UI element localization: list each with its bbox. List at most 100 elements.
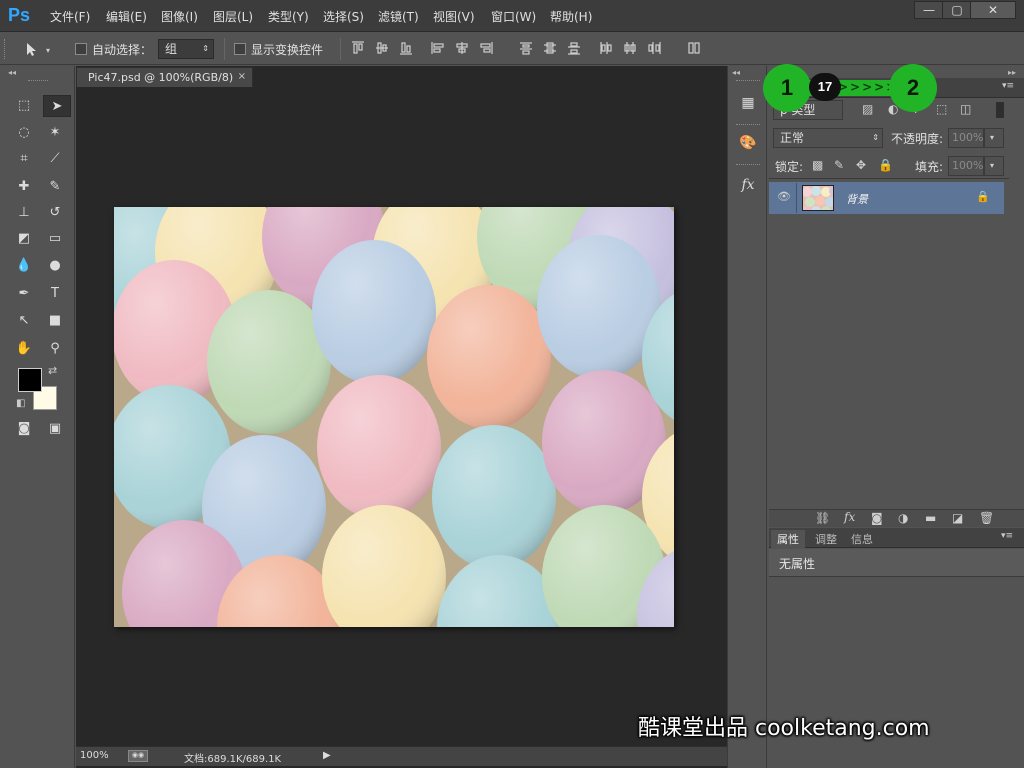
type-tool-icon[interactable]: T [43,283,67,305]
align-left-icon [431,42,444,54]
fill-dropdown-icon[interactable]: ▾ [984,156,1004,176]
auto-select-checkbox[interactable] [75,43,87,55]
menu-select[interactable]: 选择(S) [323,8,364,25]
tab-adjustments[interactable]: 调整 [809,530,843,548]
filter-toggle[interactable] [996,102,1004,118]
clone-stamp-tool-icon[interactable]: ⊥ [12,202,36,224]
svg-text:▾: ▾ [46,46,50,55]
menu-layer[interactable]: 图层(L) [213,8,253,25]
collapse-arrows-icon[interactable]: ◂◂ [8,68,16,77]
tab-properties[interactable]: 属性 [771,530,805,548]
filter-shape-icon[interactable]: ⬚ [936,102,947,116]
blur-tool-icon[interactable]: 💧 [12,255,36,277]
visibility-eye-icon[interactable]: 👁 [777,190,791,203]
tutorial-step-count: 17 [809,73,841,101]
screen-mode-icon[interactable]: ▣ [43,418,67,440]
default-colors-icon[interactable]: ◧ [16,398,25,409]
lock-position-icon[interactable]: ✥ [856,158,866,172]
properties-content: 无属性 [779,557,816,571]
opacity-dropdown-icon[interactable]: ▾ [984,128,1004,148]
gradient-tool-icon[interactable]: ▭ [43,228,67,250]
filter-smart-object-icon[interactable]: ◫ [960,102,971,116]
swatches-palette-icon[interactable]: 🎨 [737,132,759,154]
align-distribute-group [352,41,700,55]
fill-input[interactable]: 100% [948,156,984,176]
foreground-color-swatch[interactable] [18,368,42,392]
status-icon[interactable]: ◉◉ [128,750,148,762]
tab-info[interactable]: 信息 [845,530,879,548]
grip-handle[interactable] [4,39,7,59]
healing-brush-tool-icon[interactable]: ✚ [12,176,36,198]
new-layer-icon[interactable]: ◪ [952,511,963,525]
menu-file[interactable]: 文件(F) [50,8,90,25]
eyedropper-tool-icon[interactable]: ⟋ [43,148,67,170]
lock-all-icon[interactable]: 🔒 [878,158,893,172]
image-canvas[interactable] [114,207,674,627]
blend-mode-dropdown[interactable]: 正常 ⇕ [773,128,883,148]
tab-close-icon[interactable]: × [238,71,246,82]
document-tab[interactable]: Pic47.psd @ 100%(RGB/8) × [76,67,253,87]
close-button[interactable]: ✕ [970,1,1016,19]
auto-select-dropdown[interactable]: 组 ⇕ [158,39,214,59]
delete-layer-icon[interactable]: 🗑 [979,511,994,525]
zoom-tool-icon[interactable]: ⚲ [43,338,67,360]
menu-edit[interactable]: 编辑(E) [106,8,147,25]
swap-colors-icon[interactable]: ⇄ [48,364,57,377]
lock-pixels-icon[interactable]: ✎ [834,158,844,172]
distribute-right-icon [648,42,661,54]
new-group-icon[interactable]: ▬ [925,511,936,525]
add-mask-icon[interactable]: ◙ [871,511,883,525]
zoom-level[interactable]: 100% [80,750,109,761]
add-layer-style-icon[interactable]: fx [844,510,855,524]
grip-handle[interactable] [28,80,48,83]
collapse-arrows-icon[interactable]: ▸▸ [1008,68,1016,77]
quick-mask-icon[interactable]: ◙ [12,418,36,440]
lasso-tool-icon[interactable]: ◌ [12,122,36,144]
magic-wand-tool-icon[interactable]: ✶ [43,122,67,144]
history-brush-tool-icon[interactable]: ↺ [43,202,67,224]
dodge-tool-icon[interactable]: ● [43,255,67,277]
brush-tool-icon[interactable]: ✎ [43,176,67,198]
menu-view[interactable]: 视图(V) [433,8,475,25]
photoshop-logo: Ps [8,5,31,25]
pen-tool-icon[interactable]: ✒ [12,283,36,305]
watermark: 酷课堂出品 coolketang.com [638,716,930,741]
menu-type[interactable]: 类型(Y) [268,8,309,25]
link-layers-icon[interactable]: ⛓ [815,511,830,525]
divider [796,183,797,213]
menu-help[interactable]: 帮助(H) [550,8,592,25]
opacity-input[interactable]: 100% [948,128,984,148]
menu-image[interactable]: 图像(I) [161,8,198,25]
layer-name[interactable]: 背景 [846,191,868,207]
show-transform-checkbox[interactable] [234,43,246,55]
rectangle-tool-icon[interactable]: ■ [43,310,67,332]
grip-handle [736,80,760,83]
panel-menu-icon[interactable]: ▾≡ [1002,81,1014,91]
marquee-tool-icon[interactable]: ⬚ [12,95,36,117]
styles-fx-icon[interactable]: fx [737,174,759,196]
histogram-icon[interactable]: ▦ [737,92,759,114]
menu-window[interactable]: 窗口(W) [491,8,536,25]
panel-menu-icon[interactable]: ▾≡ [1001,531,1013,541]
egg-shading [427,285,551,429]
status-menu-arrow-icon[interactable]: ▶ [323,750,331,761]
divider [340,38,341,60]
minimize-button[interactable]: — [914,1,944,19]
maximize-button[interactable]: ▢ [942,1,972,19]
hand-tool-icon[interactable]: ✋ [12,338,36,360]
distribute-top-icon [520,42,532,55]
move-tool-icon[interactable]: ➤ [43,95,71,117]
filter-pixel-icon[interactable]: ▨ [862,102,873,116]
align-top-icon [352,41,364,54]
tutorial-step-1-badge: 1 [763,64,811,112]
new-adjustment-layer-icon[interactable]: ◑ [898,511,908,525]
expand-arrows-icon[interactable]: ◂◂ [732,68,740,77]
eraser-tool-icon[interactable]: ◩ [12,228,36,250]
opacity-label: 不透明度: [891,132,944,146]
menu-filter[interactable]: 滤镜(T) [378,8,419,25]
move-tool-icon[interactable]: ▾ [24,41,54,57]
crop-tool-icon[interactable]: ⌗ [12,148,36,170]
thumbnail-image [803,186,833,210]
lock-transparent-icon[interactable]: ▩ [812,158,823,172]
path-selection-tool-icon[interactable]: ↖ [12,310,36,332]
